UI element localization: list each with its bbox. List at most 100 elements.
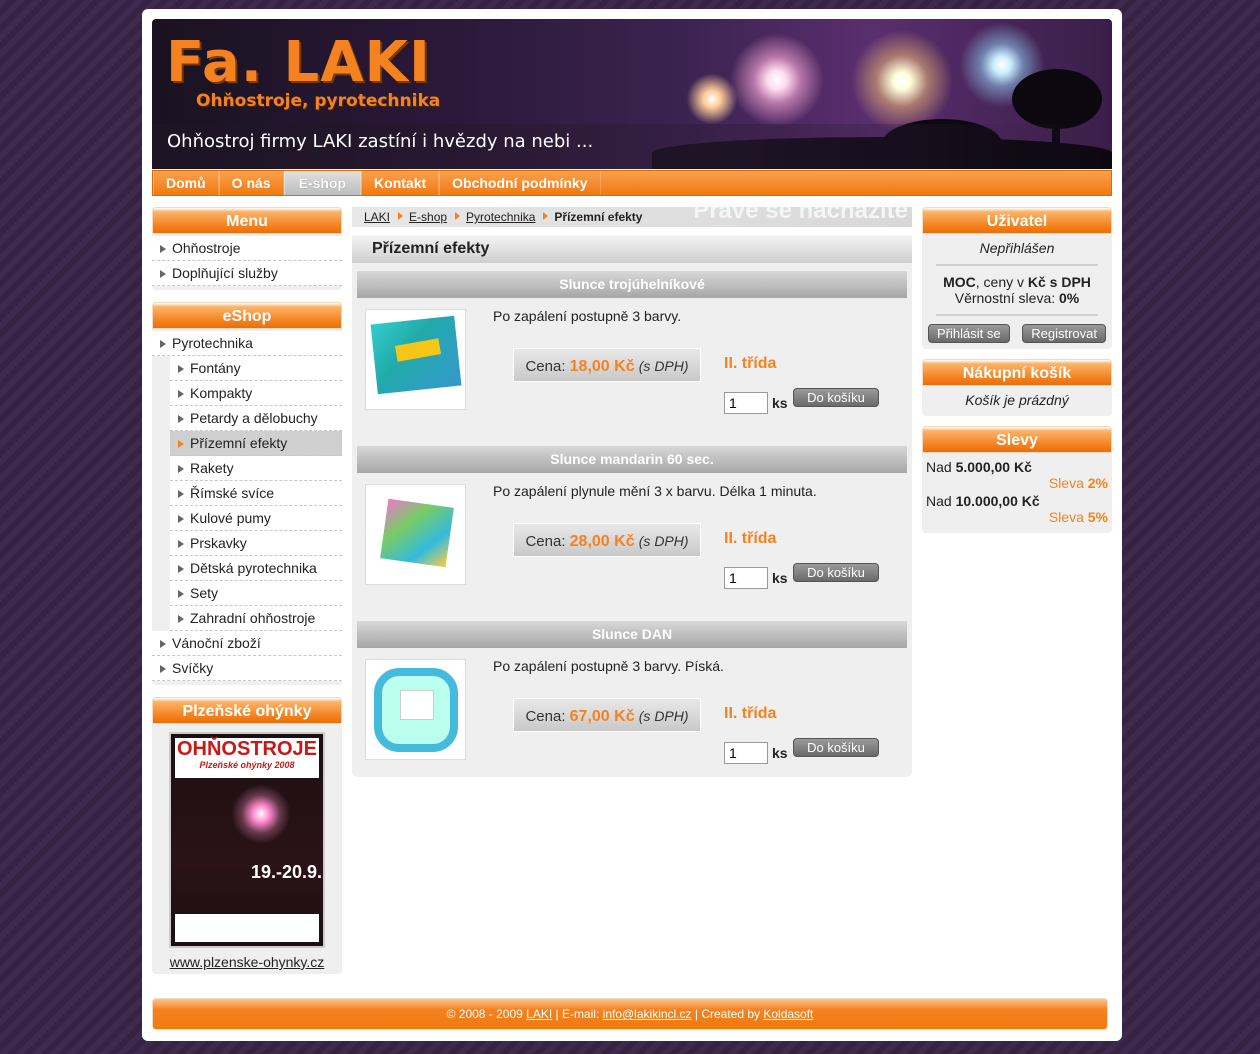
site-tagline: Ohňostroje, pyrotechnika — [196, 91, 441, 111]
category-candles[interactable]: Svíčky — [152, 656, 342, 681]
breadcrumb-link[interactable]: LAKI — [364, 210, 390, 224]
menu-item-fireworks[interactable]: Ohňostroje — [152, 236, 342, 261]
product-image[interactable] — [365, 484, 466, 585]
footer-copyright: © 2008 - 2009 — [446, 1007, 527, 1021]
login-button[interactable]: Přihlásit se — [928, 324, 1010, 343]
menu-item-services[interactable]: Doplňující služby — [152, 261, 342, 286]
product-description: Po zapálení plynule mění 3 x barvu. Délk… — [493, 483, 817, 499]
subcategory-item[interactable]: Fontány — [170, 356, 342, 381]
nav-contact[interactable]: Kontakt — [361, 171, 440, 195]
price-box: Cena: 28,00 Kč (s DPH) — [513, 523, 701, 557]
banner-slogan: Ohňostroj firmy LAKI zastíní i hvězdy na… — [167, 131, 594, 152]
price-value: 67,00 Kč — [569, 708, 635, 725]
footer-creator-link[interactable]: Koldasoft — [763, 1007, 813, 1021]
add-to-cart-button[interactable]: Do košíku — [793, 563, 879, 582]
nav-eshop[interactable]: E-shop — [283, 171, 362, 195]
quantity-input[interactable] — [724, 567, 768, 589]
poster-subtitle: Plzeňské ohýnky 2008 — [199, 760, 295, 770]
product-description: Po zapálení postupně 3 barvy. — [493, 308, 682, 324]
product-class: II. třída — [724, 355, 777, 372]
price-box: Cena: 67,00 Kč (s DPH) — [513, 698, 701, 732]
breadcrumb-ghost-text: Právě se nacházíte — [693, 207, 908, 224]
discount-sleva-label: Sleva — [1048, 509, 1088, 525]
user-panel: Nepřihlášen MOC, ceny v Kč s DPH Věrnost… — [922, 234, 1112, 349]
login-status: Nepřihlášen — [979, 240, 1055, 256]
product-description: Po zapálení postupně 3 barvy. Píská. — [493, 658, 724, 674]
subcategory-item[interactable]: Kulové pumy — [170, 506, 342, 531]
price-label: Cena: — [525, 358, 566, 375]
product-name[interactable]: Slunce DAN — [357, 621, 907, 648]
subcategory-item[interactable]: Prskavky — [170, 531, 342, 556]
subcategory-item[interactable]: Kompakty — [170, 381, 342, 406]
price-vat: (s DPH) — [638, 533, 689, 549]
category-pyrotechnics[interactable]: Pyrotechnika — [152, 331, 342, 356]
user-header: Uživatel — [922, 207, 1112, 234]
category-christmas[interactable]: Vánoční zboží — [152, 631, 342, 656]
add-to-cart-button[interactable]: Do košíku — [793, 388, 879, 407]
loyalty-label: Věrnostní sleva: — [954, 290, 1060, 306]
discount-tier: Nad 5.000,00 Kč — [926, 459, 1108, 475]
poster-title: OHŇOSTROJE — [176, 738, 318, 760]
breadcrumb-link[interactable]: E-shop — [409, 210, 447, 224]
product-name[interactable]: Slunce trojúhelníkové — [357, 271, 907, 298]
nav-home[interactable]: Domů — [153, 171, 219, 195]
product-card: Slunce mandarin 60 sec. Po zapálení plyn… — [357, 446, 907, 613]
subcategory-item[interactable]: Sety — [170, 581, 342, 606]
subcategory-item[interactable]: Petardy a dělobuchy — [170, 406, 342, 431]
price-group: MOC — [943, 274, 976, 290]
subcategory-item[interactable]: Rakety — [170, 456, 342, 481]
plzen-link[interactable]: www.plzenske-ohynky.cz — [168, 954, 326, 970]
discount-pct: 5% — [1087, 509, 1108, 525]
subcategory-item[interactable]: Římské svíce — [170, 481, 342, 506]
cart-status: Košík je prázdný — [922, 386, 1112, 416]
main-content: Právě se nacházíte LAKI E-shop Pyrotechnik… — [352, 207, 912, 777]
eshop-header: eShop — [152, 302, 342, 329]
nav-terms[interactable]: Obchodní podmínky — [439, 171, 601, 195]
event-poster-image[interactable]: OHŇOSTROJE Plzeňské ohýnky 2008 19.-20.9… — [169, 732, 325, 948]
plzen-panel: OHŇOSTROJE Plzeňské ohýnky 2008 19.-20.9… — [152, 724, 342, 974]
discounts-header: Slevy — [922, 426, 1112, 453]
plzen-header: Plzeňské ohýnky — [152, 697, 342, 724]
menu-panel: Ohňostroje Doplňující služby — [152, 234, 342, 290]
discounts-panel: Nad 5.000,00 Kč Sleva 2% Nad 10.000,00 K… — [922, 453, 1112, 533]
discount-pct: 2% — [1087, 475, 1108, 491]
product-image[interactable] — [365, 309, 466, 410]
product-list: Slunce trojúhelníkové Po zapálení postup… — [352, 263, 912, 777]
quantity-unit: ks — [772, 745, 788, 761]
subcategory-list: Fontány Kompakty Petardy a dělobuchy Pří… — [152, 356, 342, 631]
price-label: Cena: — [525, 708, 566, 725]
eshop-panel: Pyrotechnika Fontány Kompakty Petardy a … — [152, 329, 342, 685]
discount-amount: 10.000,00 Kč — [955, 493, 1040, 509]
price-value: 28,00 Kč — [569, 533, 635, 550]
site-logo[interactable]: Fa. LAKI — [166, 33, 431, 93]
loyalty-discount: Věrnostní sleva: 0% — [928, 290, 1106, 306]
price-unit: Kč s DPH — [1027, 274, 1091, 290]
register-button[interactable]: Registrovat — [1022, 324, 1106, 343]
quantity-input[interactable] — [724, 392, 768, 414]
product-image[interactable] — [365, 659, 466, 760]
discount-label: Nad — [926, 459, 956, 475]
add-to-cart-button[interactable]: Do košíku — [793, 738, 879, 757]
subcategory-item[interactable]: Zahradní ohňostroje — [170, 606, 342, 631]
product-card: Slunce trojúhelníkové Po zapálení postup… — [357, 271, 907, 438]
nav-about[interactable]: O nás — [218, 171, 284, 195]
product-class: II. třída — [724, 705, 777, 722]
quantity-input[interactable] — [724, 742, 768, 764]
page-title: Přízemní efekty — [352, 235, 912, 263]
price-vat: (s DPH) — [638, 358, 689, 374]
breadcrumb-link[interactable]: Pyrotechnika — [466, 210, 535, 224]
price-box: Cena: 18,00 Kč (s DPH) — [513, 348, 701, 382]
price-vat: (s DPH) — [638, 708, 689, 724]
product-name[interactable]: Slunce mandarin 60 sec. — [357, 446, 907, 473]
subcategory-item[interactable]: Dětská pyrotechnika — [170, 556, 342, 581]
price-value: 18,00 Kč — [569, 358, 635, 375]
right-sidebar: Uživatel Nepřihlášen MOC, ceny v Kč s DP… — [922, 207, 1112, 533]
footer-created-label: | Created by — [691, 1007, 764, 1021]
cart-header: Nákupní košík — [922, 359, 1112, 386]
footer: © 2008 - 2009 LAKI | E-mail: info@lakiki… — [152, 998, 1108, 1030]
footer-email-link[interactable]: info@lakikincl.cz — [603, 1007, 692, 1021]
footer-laki-link[interactable]: LAKI — [526, 1007, 552, 1021]
breadcrumb-current: Přízemní efekty — [554, 210, 643, 224]
menu-header: Menu — [152, 207, 342, 234]
subcategory-item-current[interactable]: Přízemní efekty — [170, 431, 342, 456]
